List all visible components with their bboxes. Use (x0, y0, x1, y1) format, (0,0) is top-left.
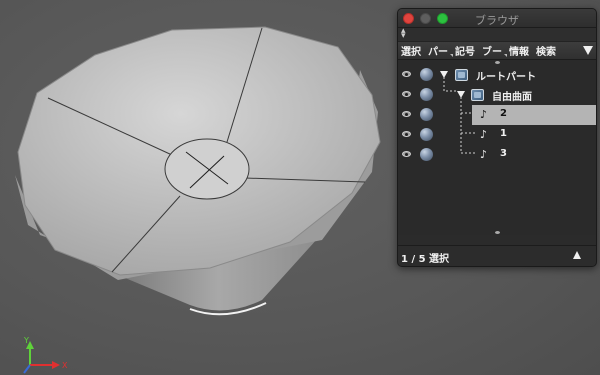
tree-row-freeform-surface[interactable]: 自由曲面 (398, 85, 596, 105)
expand-up-icon[interactable] (573, 251, 581, 259)
z-axis-icon (23, 364, 31, 374)
collapse-menu-icon[interactable] (583, 46, 593, 55)
menu-search[interactable]: 検索 (534, 43, 558, 58)
menu-info[interactable]: 情報 (507, 43, 531, 58)
object-tree: ルートパート 自由曲面 ♪ 2 ♪ 1 ♪ 3 (398, 60, 596, 235)
menu-select[interactable]: 選択 (399, 43, 423, 58)
tree-label: 2 (500, 108, 507, 119)
shading-sphere-icon[interactable] (420, 128, 433, 141)
browser-title: ブラウザ (475, 14, 519, 27)
part-node-icon (455, 69, 468, 81)
visibility-eye-icon[interactable] (402, 91, 411, 97)
shading-sphere-icon[interactable] (420, 108, 433, 121)
selection-count: 1 / 5 選択 (401, 254, 450, 265)
visibility-eye-icon[interactable] (402, 151, 411, 157)
resize-handle-bottom[interactable] (495, 231, 500, 234)
browser-menubar: 選択 パー 記号 ブー 情報 検索 (398, 41, 596, 60)
visibility-eye-icon[interactable] (402, 71, 411, 77)
menu-symbol[interactable]: 記号 (453, 43, 477, 58)
menu-part[interactable]: パー (426, 43, 453, 58)
shading-sphere-icon[interactable] (420, 148, 433, 161)
curve-icon: ♪ (480, 128, 488, 141)
browser-titlebar[interactable]: ブラウザ (398, 9, 596, 28)
menu-boolean-label: ブー (482, 47, 502, 58)
tree-label: 3 (500, 148, 507, 159)
updown-arrows-icon[interactable]: ▴ ▾ (401, 27, 406, 41)
menu-boolean[interactable]: ブー (480, 43, 507, 58)
shading-sphere-icon[interactable] (420, 68, 433, 81)
browser-statusbar: 1 / 5 選択 (398, 245, 596, 266)
tree-label: 自由曲面 (492, 92, 532, 103)
tree-row-curve-1[interactable]: ♪ 1 (398, 125, 596, 145)
expand-triangle-icon[interactable] (440, 71, 448, 78)
visibility-eye-icon[interactable] (402, 111, 411, 117)
curve-icon: ♪ (480, 148, 488, 161)
scroll-updown-control[interactable]: ▴ ▾ (398, 27, 596, 41)
tree-label: 1 (500, 128, 507, 139)
tree-row-root-part[interactable]: ルートパート (398, 65, 596, 85)
x-axis-label: X (62, 361, 68, 370)
center-hole (164, 138, 250, 200)
y-axis-label: Y (23, 336, 29, 345)
part-node-icon (471, 89, 484, 101)
visibility-eye-icon[interactable] (402, 131, 411, 137)
curve-icon: ♪ (480, 108, 488, 121)
menu-part-label: パー (428, 47, 448, 58)
expand-triangle-icon[interactable] (457, 91, 465, 98)
tree-row-curve-2[interactable]: ♪ 2 (398, 105, 596, 125)
tree-label: ルートパート (476, 72, 536, 83)
shading-sphere-icon[interactable] (420, 88, 433, 101)
tree-row-curve-3[interactable]: ♪ 3 (398, 145, 596, 165)
browser-palette: ブラウザ ▴ ▾ 選択 パー 記号 ブー 情報 検索 ルートパート 自由曲面 ♪… (397, 8, 597, 267)
